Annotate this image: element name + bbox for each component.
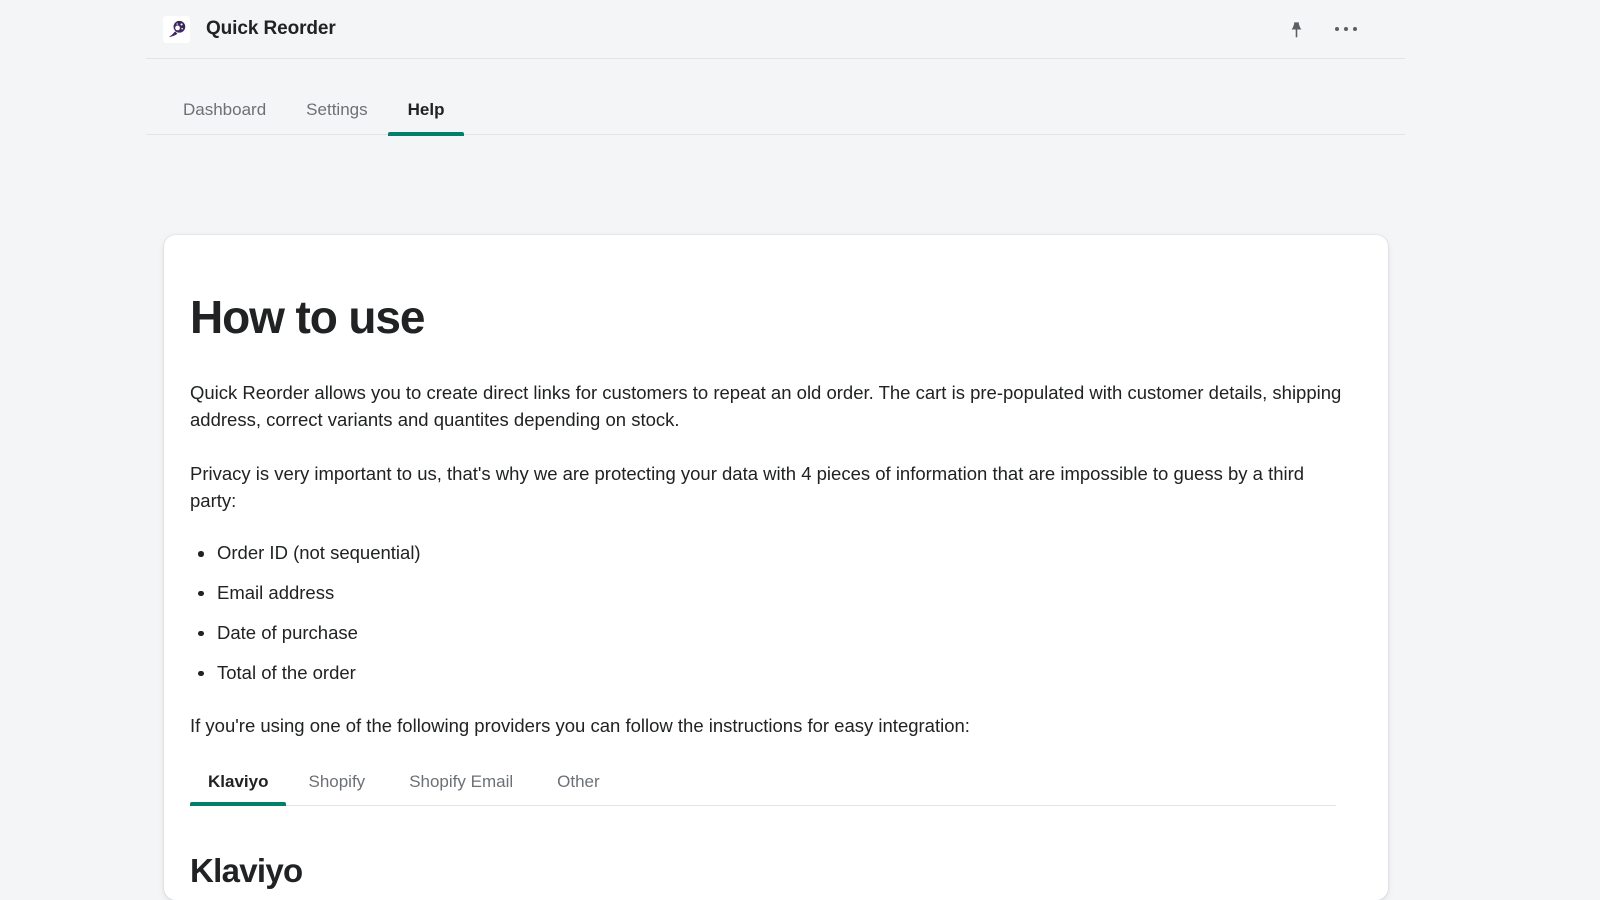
privacy-facts-list: Order ID (not sequential) Email address …: [190, 540, 1362, 686]
content-area: How to use Quick Reorder allows you to c…: [146, 135, 1405, 900]
intro-paragraph: Quick Reorder allows you to create direc…: [190, 382, 1342, 431]
provider-tab-shopify-email[interactable]: Shopify Email: [387, 765, 535, 805]
primary-tabs: Dashboard Settings Help: [146, 59, 1405, 136]
app-window: Quick Reorder Dashboard Settings Help Ho…: [146, 0, 1405, 900]
list-item: Total of the order: [190, 660, 1362, 686]
titlebar-actions: [1281, 14, 1361, 44]
provider-section-title: Klaviyo: [190, 851, 303, 889]
tab-dashboard[interactable]: Dashboard: [163, 101, 286, 134]
provider-tab-other[interactable]: Other: [535, 765, 622, 805]
list-item: Date of purchase: [190, 620, 1362, 646]
pin-icon[interactable]: [1281, 14, 1311, 44]
tab-settings[interactable]: Settings: [286, 101, 387, 134]
page-title: How to use: [190, 291, 425, 343]
app-titlebar: Quick Reorder: [146, 0, 1405, 59]
privacy-paragraph: Privacy is very important to us, that's …: [190, 462, 1305, 511]
more-options-icon[interactable]: [1331, 14, 1361, 44]
provider-tab-shopify[interactable]: Shopify: [286, 765, 387, 805]
app-logo-icon: [163, 15, 190, 43]
app-title: Quick Reorder: [206, 18, 336, 39]
help-card: How to use Quick Reorder allows you to c…: [164, 235, 1388, 900]
tab-help[interactable]: Help: [387, 101, 465, 136]
providers-intro-paragraph: If you're using one of the following pro…: [190, 714, 970, 736]
list-item: Email address: [190, 580, 1362, 606]
provider-tab-klaviyo[interactable]: Klaviyo: [190, 765, 287, 806]
help-card-body: How to use Quick Reorder allows you to c…: [164, 293, 1388, 806]
list-item: Order ID (not sequential): [190, 540, 1362, 566]
provider-tabs: Klaviyo Shopify Shopify Email Other: [190, 765, 1336, 806]
